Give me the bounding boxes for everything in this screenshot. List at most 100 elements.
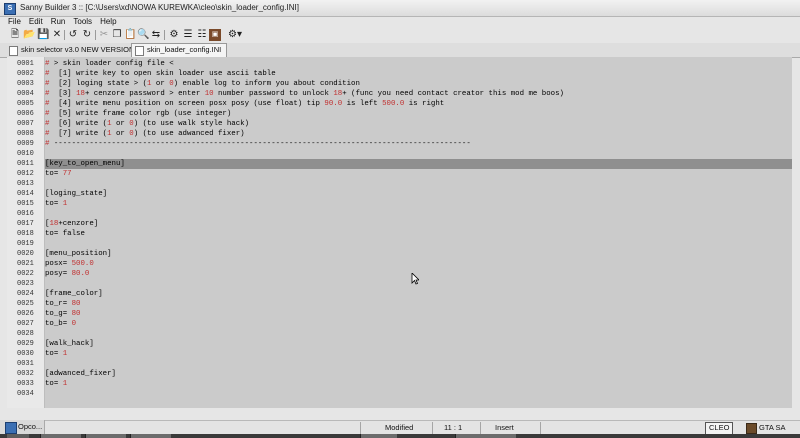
code-token: ) enable log to inform you about conditi…: [173, 80, 360, 88]
menu-bar: File Edit Run Tools Help: [0, 16, 800, 27]
code-line[interactable]: [18+cenzore]: [45, 219, 792, 229]
menu-file[interactable]: File: [0, 16, 25, 27]
undo-icon[interactable]: ↺: [67, 29, 79, 41]
code-line[interactable]: to_b= 0: [45, 319, 792, 329]
code-line[interactable]: to_r= 80: [45, 299, 792, 309]
line-number: 0013: [17, 180, 34, 188]
copy-icon[interactable]: ❐: [111, 29, 123, 41]
tab-skin-loader-config[interactable]: skin_loader_config.INI: [131, 43, 228, 57]
image-icon[interactable]: ▣: [209, 29, 221, 41]
code-line[interactable]: # [5] write frame color rgb (use integer…: [45, 109, 792, 119]
menu-help[interactable]: Help: [96, 16, 120, 27]
line-number: 0009: [17, 140, 34, 148]
find-icon[interactable]: 🔍: [137, 29, 149, 41]
code-token: #: [45, 120, 54, 128]
code-line[interactable]: [45, 359, 792, 369]
code-token: [3]: [53, 90, 77, 98]
settings-icon[interactable]: ⚙▾: [225, 29, 245, 41]
code-line[interactable]: # [3] 18+ cenzore password > enter 10 nu…: [45, 89, 792, 99]
toolbar-separator: [164, 30, 165, 40]
code-line[interactable]: # [7] write (1 or 0) (to use adwanced fi…: [45, 129, 792, 139]
code-line[interactable]: [45, 329, 792, 339]
line-number: 0022: [17, 270, 34, 278]
code-token: > skin loader config file <: [53, 60, 174, 68]
code-line[interactable]: [menu_position]: [45, 249, 792, 259]
code-token: or: [111, 120, 130, 128]
code-line[interactable]: # > skin loader config file <: [45, 59, 792, 69]
code-line[interactable]: [walk_hack]: [45, 339, 792, 349]
line-number: 0023: [17, 280, 34, 288]
status-game-mode[interactable]: GTA SA: [759, 423, 786, 433]
code-token: 500.0: [382, 100, 405, 108]
code-line[interactable]: [45, 389, 792, 399]
line-number: 0002: [17, 70, 34, 78]
line-number: 0025: [17, 300, 34, 308]
code-line[interactable]: to= 1: [45, 199, 792, 209]
line-number: 0008: [17, 130, 34, 138]
code-line[interactable]: [45, 179, 792, 189]
code-token: 18: [333, 90, 343, 98]
taskbar-button[interactable]: [360, 434, 397, 438]
cut-icon[interactable]: ✂: [98, 29, 110, 41]
tab-skin-selector[interactable]: skin selector v3.0 NEW VERSION.txt: [6, 44, 149, 56]
open-file-icon[interactable]: 📂: [23, 29, 35, 41]
replace-icon[interactable]: ⇆: [150, 29, 162, 41]
close-icon[interactable]: ✕: [51, 29, 63, 41]
code-line[interactable]: [45, 209, 792, 219]
toolbar-separator: [95, 30, 96, 40]
code-token: [frame_color]: [45, 290, 103, 298]
code-line[interactable]: [frame_color]: [45, 289, 792, 299]
new-file-icon[interactable]: 🗎: [9, 29, 21, 41]
start-button[interactable]: [7, 434, 29, 438]
menu-tools[interactable]: Tools: [69, 16, 96, 27]
save-icon[interactable]: 💾: [37, 29, 49, 41]
line-number-gutter: 0001 0002 0003 0004 0005 0006 0007 0008 0009 0010…: [7, 57, 45, 408]
code-line[interactable]: [45, 239, 792, 249]
title-bar[interactable]: S Sanny Builder 3 :: [C:\Users\xd\NOWA K…: [0, 0, 800, 17]
gta-sa-game-icon: [746, 423, 757, 434]
code-editor[interactable]: 0001 0002 0003 0004 0005 0006 0007 0008 0009 0010…: [7, 57, 792, 408]
menu-edit[interactable]: Edit: [25, 16, 47, 27]
compile-icon[interactable]: ⚙: [168, 29, 180, 41]
decompile-icon[interactable]: ☰: [182, 29, 194, 41]
taskbar-button[interactable]: [130, 434, 171, 438]
code-line[interactable]: [45, 149, 792, 159]
menu-run[interactable]: Run: [47, 16, 70, 27]
status-separator: [480, 422, 481, 434]
line-number: 0033: [17, 380, 34, 388]
redo-icon[interactable]: ↻: [81, 29, 93, 41]
code-line[interactable]: to= 1: [45, 379, 792, 389]
code-token: 18: [49, 220, 59, 228]
taskbar-button[interactable]: [455, 434, 516, 438]
paste-icon[interactable]: 📋: [124, 29, 136, 41]
code-line[interactable]: to_g= 80: [45, 309, 792, 319]
status-modified: Modified: [385, 423, 414, 432]
code-line[interactable]: [loging_state]: [45, 189, 792, 199]
line-number: 0016: [17, 210, 34, 218]
code-line[interactable]: to= 1: [45, 349, 792, 359]
code-line[interactable]: # [6] write (1 or 0) (to use walk style …: [45, 119, 792, 129]
taskbar-opcode-button[interactable]: Opco...: [0, 420, 45, 434]
line-number: 0010: [17, 150, 34, 158]
code-token: to_r=: [45, 300, 72, 308]
code-line[interactable]: to= 77: [45, 169, 792, 179]
code-token: + cenzore password > enter: [84, 90, 205, 98]
code-line[interactable]: [adwanced_fixer]: [45, 369, 792, 379]
code-line[interactable]: posx= 500.0: [45, 259, 792, 269]
taskbar-button[interactable]: [85, 434, 126, 438]
code-line[interactable]: # [2] loging state > (1 or 0) enable log…: [45, 79, 792, 89]
code-area[interactable]: # > skin loader config file < # [1] write…: [45, 57, 792, 408]
sanny-builder-app-icon: S: [4, 3, 16, 15]
list-icon[interactable]: ☷: [196, 29, 208, 41]
code-line[interactable]: # --------------------------------------…: [45, 139, 792, 149]
line-number: 0007: [17, 120, 34, 128]
code-line[interactable]: # [4] write menu position on screen posx…: [45, 99, 792, 109]
code-line[interactable]: to= false: [45, 229, 792, 239]
code-token: #: [45, 140, 54, 148]
code-line-current[interactable]: [key_to_open_menu]: [45, 159, 792, 169]
line-number: 0006: [17, 110, 34, 118]
code-token: #: [45, 130, 54, 138]
code-token: is left: [342, 100, 383, 108]
taskbar-button[interactable]: [40, 434, 81, 438]
code-line[interactable]: # [1] write key to open skin loader use …: [45, 69, 792, 79]
